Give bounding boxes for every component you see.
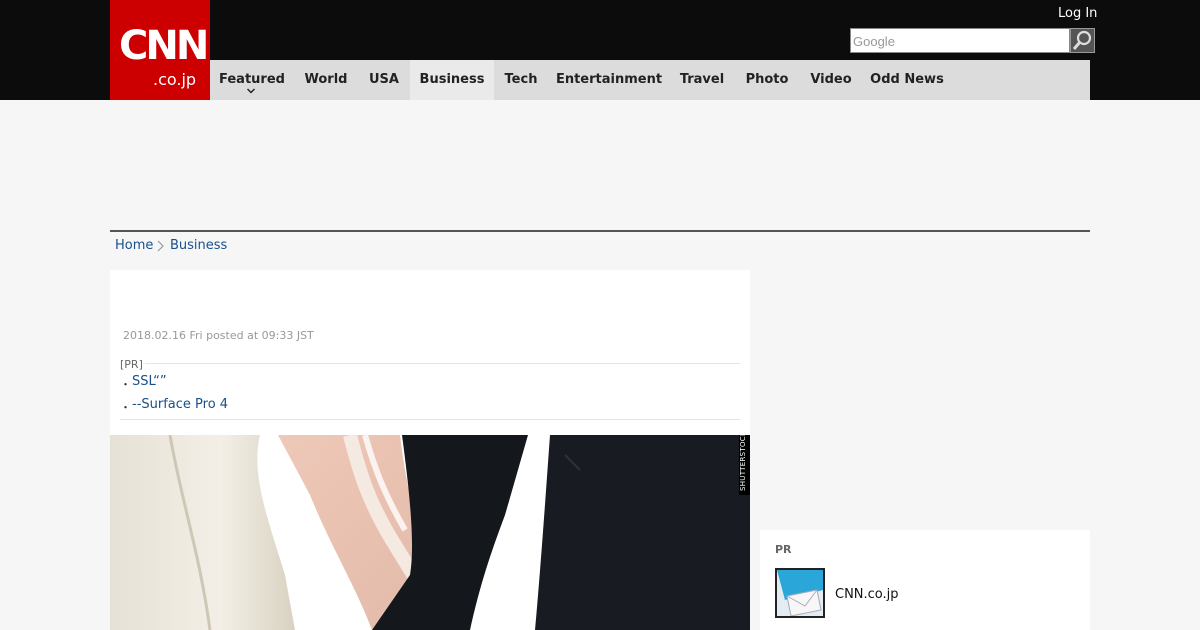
pr-link[interactable]: --Surface Pro 4	[132, 397, 228, 412]
article-card: 2018.02.16 Fri posted at 09:33 JST [PR] …	[110, 270, 750, 630]
divider	[145, 363, 740, 364]
bullet: ・	[120, 378, 131, 391]
divider	[120, 419, 740, 420]
logo-subtext: .co.jp	[153, 70, 197, 89]
search-placeholder: Google	[853, 34, 895, 49]
article-photo: SHUTTERSTOCK	[110, 435, 750, 630]
bullet: ・	[120, 401, 131, 414]
nav-label: Photo	[745, 72, 789, 87]
nav-item-photo[interactable]: Photo	[734, 60, 800, 100]
mail-icon	[777, 570, 823, 616]
breadcrumb-home[interactable]: Home	[115, 238, 153, 253]
chevron-down-icon	[247, 88, 255, 94]
nav-item-usa[interactable]: USA	[358, 60, 410, 100]
photo-credit: SHUTTERSTOCK	[739, 435, 750, 495]
divider	[110, 230, 1090, 232]
article-date: 2018.02.16 Fri posted at 09:33 JST	[123, 329, 314, 342]
nav-item-video[interactable]: Video	[800, 60, 862, 100]
nav-item-travel[interactable]: Travel	[670, 60, 734, 100]
sidebar-pr-box: PR CNN.co.jp	[760, 530, 1090, 630]
nav-item-odd-news[interactable]: Odd News	[862, 60, 952, 100]
nav-label: World	[304, 72, 348, 87]
nav-label: Entertainment	[555, 72, 663, 87]
sidebar-title: PR	[775, 543, 792, 556]
pr-link[interactable]: SSL“”	[132, 374, 167, 389]
nav-label: Odd News	[870, 72, 944, 87]
pr-thumbnail[interactable]	[775, 568, 825, 618]
logo-text: CNN	[119, 23, 209, 69]
pr-label: [PR]	[120, 358, 143, 371]
nav-item-tech[interactable]: Tech	[494, 60, 548, 100]
nav-item-world[interactable]: World	[294, 60, 358, 100]
nav-label: Tech	[504, 72, 538, 87]
nav-item-entertainment[interactable]: Entertainment	[548, 60, 670, 100]
nav-label: USA	[369, 72, 399, 87]
nav-label: Featured	[219, 72, 285, 87]
login-link[interactable]: Log In	[1058, 6, 1097, 21]
main-nav: Featured World USA Business Tech Enterta…	[210, 60, 1090, 100]
search-input[interactable]: Google	[850, 28, 1070, 53]
chevron-right-icon	[157, 240, 164, 252]
wedding-photo-image	[110, 435, 750, 630]
cnn-logo[interactable]: CNN .co.jp	[110, 0, 210, 100]
pr-link[interactable]: CNN.co.jp	[835, 587, 899, 602]
nav-item-featured[interactable]: Featured	[210, 60, 294, 100]
search-icon	[1072, 30, 1092, 50]
nav-item-business[interactable]: Business	[410, 60, 494, 100]
nav-label: Video	[810, 72, 852, 87]
nav-label: Business	[419, 72, 485, 87]
breadcrumb-business[interactable]: Business	[170, 238, 227, 253]
top-header: CNN .co.jp Log In Google Featured World …	[0, 0, 1200, 100]
nav-label: Travel	[679, 72, 725, 87]
search-button[interactable]	[1070, 28, 1095, 53]
photo-credit-text: SHUTTERSTOCK	[739, 435, 747, 491]
